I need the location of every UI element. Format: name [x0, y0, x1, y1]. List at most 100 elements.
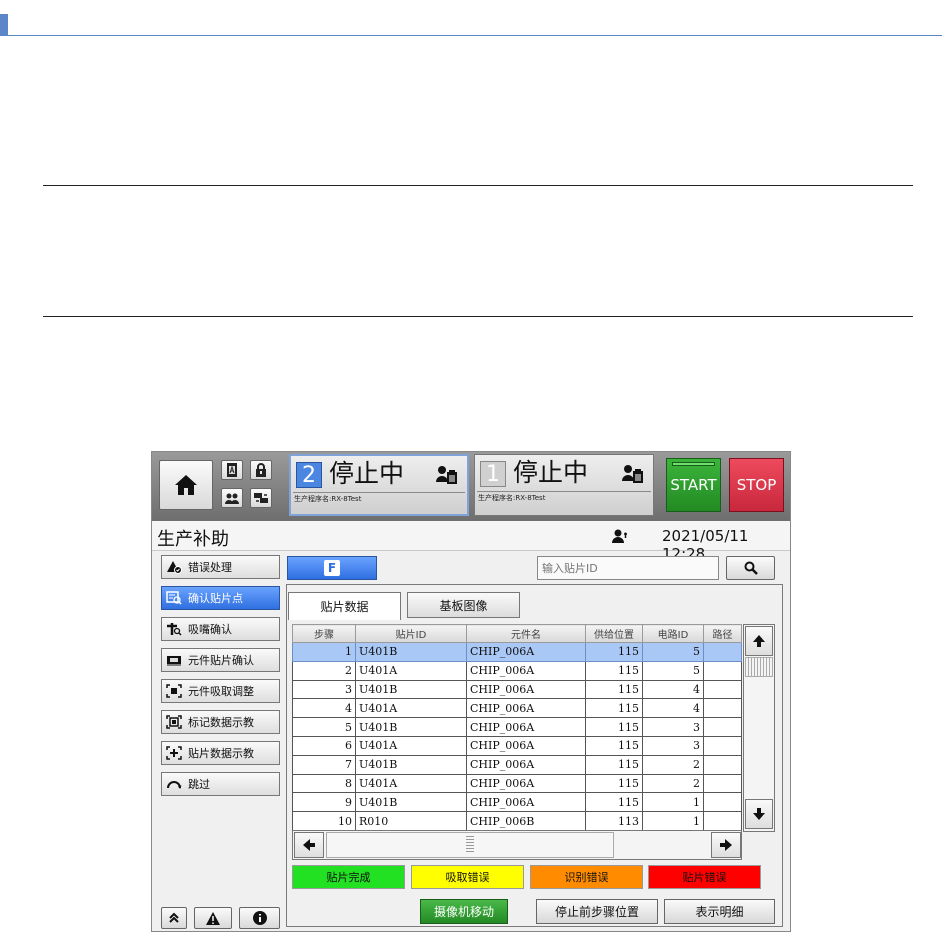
unit-2-status-panel[interactable]: 2 停止中 生产程序名:RX-8Test	[289, 454, 469, 516]
start-label: START	[670, 476, 717, 494]
cell-part: CHIP_006A	[466, 698, 586, 719]
program-name: 生产程序名:RX-8Test	[478, 494, 546, 502]
cell-step: 8	[292, 773, 356, 794]
sidebar-item-nozzle-check[interactable]: 吸嘴确认	[161, 617, 280, 641]
info-button[interactable]	[239, 907, 280, 929]
stop-prev-step-position-button[interactable]: 停止前步骤位置	[536, 899, 658, 924]
cell-route	[703, 642, 742, 662]
column-header[interactable]: 供给位置	[585, 624, 643, 643]
table-row[interactable]: 9 U401B CHIP_006A 115 1	[292, 792, 742, 813]
cell-circuit: 2	[642, 773, 704, 794]
cell-route	[703, 660, 742, 681]
table-row[interactable]: 1 U401B CHIP_006A 115 5	[292, 642, 742, 662]
vertical-scrollbar[interactable]	[743, 624, 775, 832]
legend-pickup-error: 吸取错误	[411, 865, 524, 889]
button-label: 摄像机移动	[433, 905, 494, 919]
arrow-right-icon	[720, 839, 732, 851]
table-row[interactable]: 8 U401A CHIP_006A 115 2	[292, 773, 742, 794]
sidebar-item-label: 吸嘴确认	[188, 623, 232, 636]
button-label: 停止前步骤位置	[554, 905, 639, 919]
start-led	[672, 462, 715, 466]
header-bar: 2 停止中 生产程序名:RX-8Test 1 停止中 生产程序名:RX-8Tes…	[152, 452, 790, 521]
scroll-right-button[interactable]	[711, 832, 741, 858]
cell-step: 4	[292, 698, 356, 719]
home-button[interactable]	[159, 460, 213, 510]
mark-teach-icon	[166, 715, 182, 729]
operator-board-icon	[622, 465, 643, 483]
table-row[interactable]: 5 U401B CHIP_006A 115 3	[292, 717, 742, 737]
column-header[interactable]: 步骤	[292, 624, 356, 643]
table-row[interactable]: 6 U401A CHIP_006A 115 3	[292, 735, 742, 756]
sidebar-item-confirm-placement[interactable]: 确认贴片点	[161, 586, 280, 610]
divider	[477, 491, 651, 492]
collapse-button[interactable]	[161, 907, 187, 929]
sidebar-item-mark-data-teach[interactable]: 标记数据示教	[161, 710, 280, 734]
legend-label: 贴片错误	[682, 871, 727, 884]
f-label: F	[324, 560, 340, 576]
show-detail-button[interactable]: 表示明细	[664, 899, 775, 924]
rule-top	[43, 185, 913, 186]
horizontal-scrollbar[interactable]	[292, 830, 742, 860]
stop-button[interactable]: STOP	[729, 458, 784, 512]
tab-placement-data[interactable]: 贴片数据	[288, 592, 401, 620]
cell-circuit: 5	[642, 660, 704, 681]
scroll-up-button[interactable]	[745, 626, 773, 656]
table-row[interactable]: 7 U401B CHIP_006A 115 2	[292, 754, 742, 775]
cell-feeder: 115	[585, 698, 643, 719]
cell-part: CHIP_006A	[466, 792, 586, 813]
search-button[interactable]	[726, 556, 775, 580]
scroll-left-button[interactable]	[294, 832, 324, 858]
cell-id: U401B	[355, 642, 467, 662]
column-header[interactable]: 路径	[703, 624, 742, 643]
cell-circuit: 4	[642, 679, 704, 700]
camera-move-button[interactable]: 摄像机移动	[420, 899, 508, 924]
cell-id: R010	[355, 811, 467, 831]
scroll-down-button[interactable]	[745, 799, 773, 829]
column-header[interactable]: 元件名	[466, 624, 586, 643]
placement-id-search-input[interactable]	[537, 556, 719, 580]
sidebar-item-error-handling[interactable]: 错误处理	[161, 555, 280, 579]
cell-step: 7	[292, 754, 356, 775]
sidebar-item-placement-data-teach[interactable]: 贴片数据示教	[161, 741, 280, 765]
button-label: 表示明细	[695, 905, 744, 919]
table-row[interactable]: 4 U401A CHIP_006A 115 4	[292, 698, 742, 719]
unit-1-status-panel[interactable]: 1 停止中 生产程序名:RX-8Test	[474, 454, 654, 516]
column-header[interactable]: 贴片ID	[355, 624, 467, 643]
cell-id: U401B	[355, 754, 467, 775]
warning-icon	[206, 911, 220, 925]
network-button[interactable]	[250, 488, 272, 508]
mode-auto-button[interactable]	[221, 460, 243, 480]
placement-data-table[interactable]: 步骤 贴片ID 元件名 供给位置 电路ID 路径 1 U401B CHIP_006A…	[292, 624, 742, 831]
page-title: 生产补助	[157, 529, 229, 550]
cell-id: U401B	[355, 792, 467, 813]
cell-route	[703, 735, 742, 756]
auto-mode-icon	[227, 463, 237, 477]
users-button[interactable]	[221, 488, 243, 508]
warning-button[interactable]	[194, 907, 232, 929]
table-row[interactable]: 2 U401A CHIP_006A 115 5	[292, 660, 742, 681]
cell-route	[703, 773, 742, 794]
table-row[interactable]: 3 U401B CHIP_006A 115 4	[292, 679, 742, 700]
start-button[interactable]: START	[666, 458, 721, 512]
cell-part: CHIP_006A	[466, 717, 586, 737]
column-header[interactable]: 电路ID	[642, 624, 704, 643]
sidebar-item-pickup-adjust[interactable]: 元件吸取调整	[161, 679, 280, 703]
tab-label: 基板图像	[439, 598, 488, 613]
tab-board-image[interactable]: 基板图像	[407, 592, 520, 618]
vertical-scroll-thumb[interactable]	[745, 657, 773, 677]
f-button[interactable]: F	[287, 556, 377, 580]
cell-step: 5	[292, 717, 356, 737]
cell-route	[703, 679, 742, 700]
stop-label: STOP	[736, 476, 777, 494]
cell-route	[703, 698, 742, 719]
sidebar-item-skip[interactable]: 跳过	[161, 772, 280, 796]
sidebar-item-component-placement-check[interactable]: 元件贴片确认	[161, 648, 280, 672]
table-row[interactable]: 10 R010 CHIP_006B 113 1	[292, 811, 742, 831]
lock-button[interactable]	[250, 460, 272, 480]
cell-step: 1	[292, 642, 356, 662]
cell-step: 10	[292, 811, 356, 831]
horizontal-scroll-thumb[interactable]	[326, 832, 614, 858]
legend-placement-done: 贴片完成	[292, 865, 405, 889]
operator-board-icon	[436, 466, 457, 484]
network-icon	[254, 493, 268, 503]
